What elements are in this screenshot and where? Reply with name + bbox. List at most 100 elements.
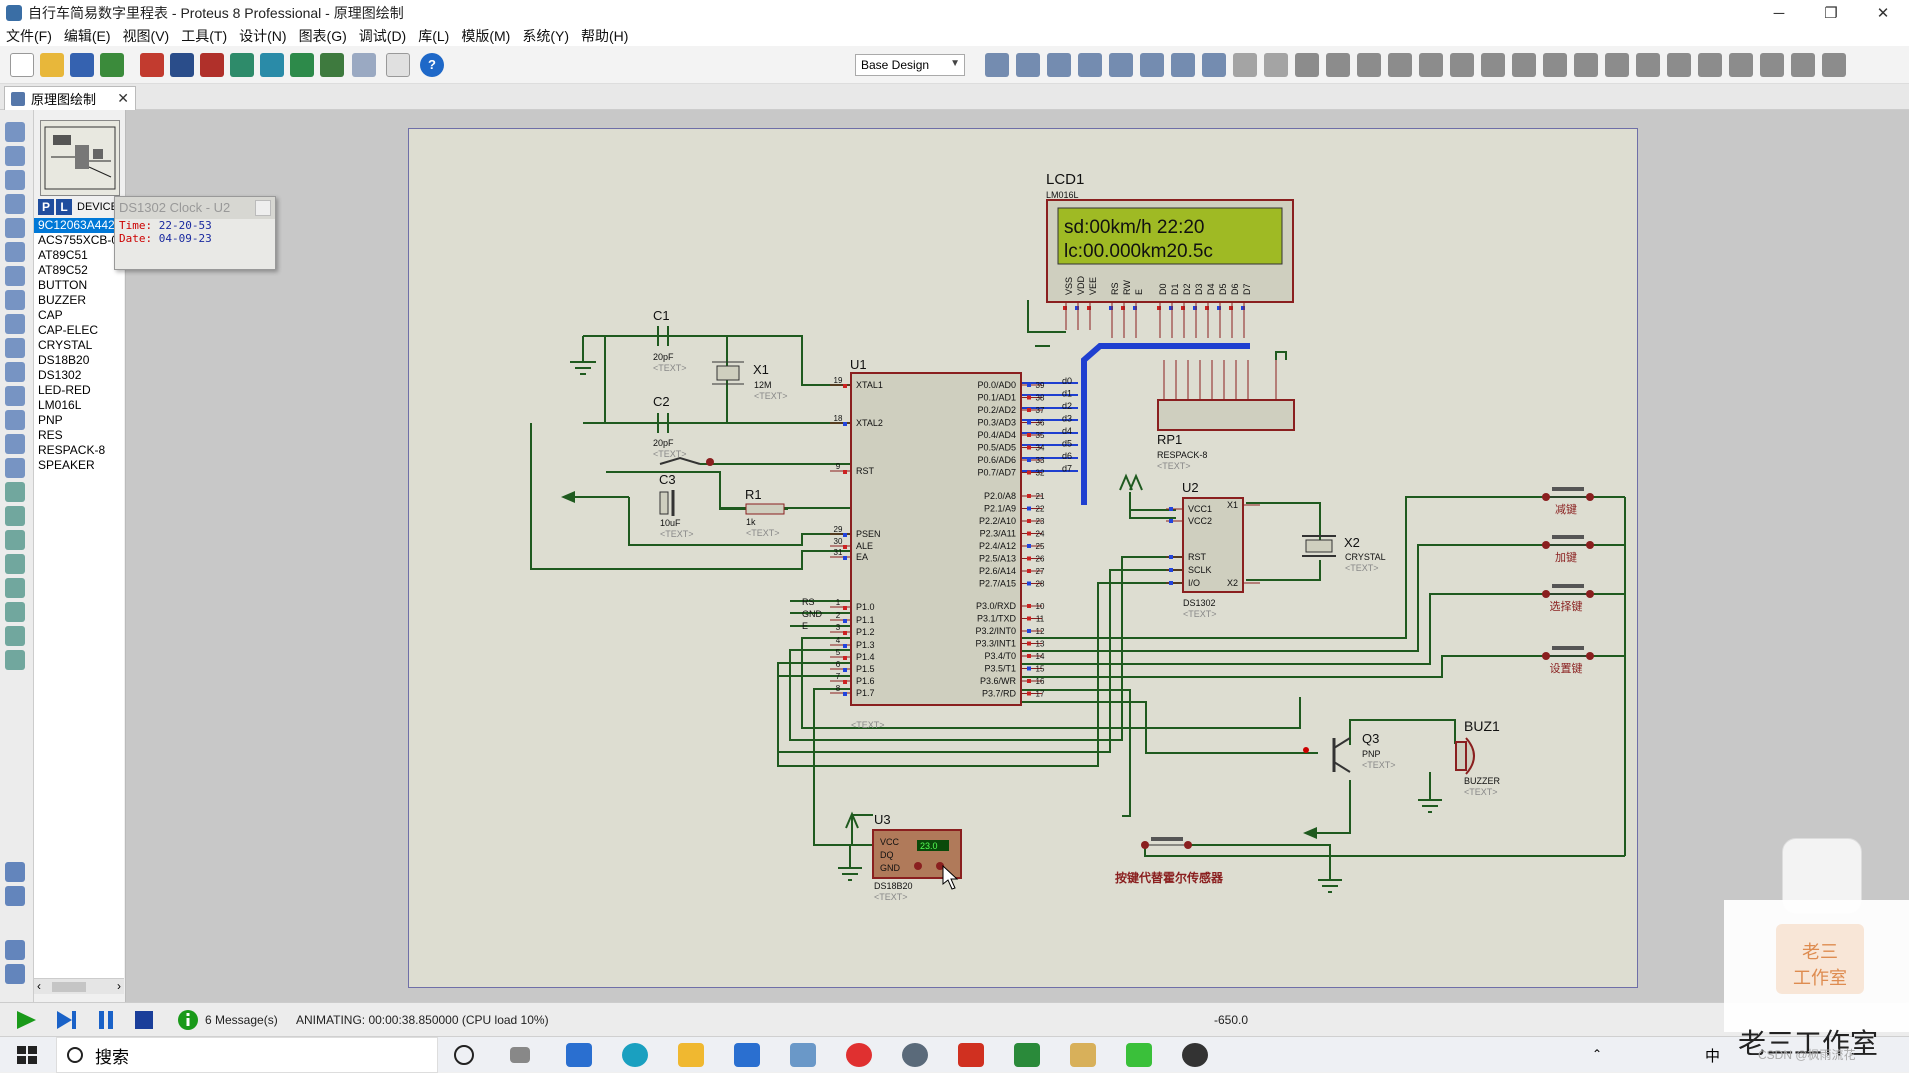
button-plunger[interactable] [1552,535,1584,539]
u1-right-pin-label: P3.6/WR [980,676,1017,686]
u1-right-pin-label: P2.0/A8 [984,491,1016,501]
x2-text: <TEXT> [1345,563,1379,573]
buz1-ref: BUZ1 [1464,718,1500,734]
lcd-pin-label: D1 [1170,283,1180,295]
taskbar-search-text: 搜索 [95,1047,129,1067]
x1-ref: X1 [753,362,769,377]
button-terminal [1542,493,1550,501]
windows-start-icon[interactable] [14,1043,40,1067]
play-icon[interactable] [14,1009,38,1031]
cortana-icon[interactable] [454,1045,474,1065]
q3-type: PNP [1362,749,1381,759]
u1-right-pin-label: P0.6/AD6 [977,455,1016,465]
ime-indicator[interactable]: 中 [1705,1045,1720,1066]
step-icon[interactable] [54,1009,78,1031]
u1-pin-state [1027,433,1031,437]
u1-pin-state [1027,629,1031,633]
lcd-pin-label: D3 [1194,283,1204,295]
popup-time-value: 22-20-53 [158,219,212,232]
u1-left-pin-number: 5 [836,648,841,657]
bus-label: d0 [1062,376,1072,386]
u1-right-pin-label: P0.2/AD2 [977,405,1016,415]
u1-right-pin-number: 11 [1036,615,1045,624]
u1-pin-state [1027,654,1031,658]
store-icon[interactable] [566,1043,592,1067]
u1-pin-state [843,631,847,635]
u1-right-pin-number: 23 [1036,517,1045,526]
keil-icon[interactable] [1014,1043,1040,1067]
lcd-pin-label: RW [1122,280,1132,295]
lcd-line2: lc:00.000km20.5c [1064,241,1213,262]
u2-pin-label: X2 [1227,578,1238,588]
button-plunger[interactable] [1552,584,1584,588]
u1-right-pin-label: P0.4/AD4 [977,430,1016,440]
u1-pin-state [1027,408,1031,412]
edge-icon[interactable] [622,1043,648,1067]
u1-pin-state [1027,679,1031,683]
u1-right-pin-number: 38 [1036,394,1045,403]
netease-music-icon[interactable] [846,1043,872,1067]
stop-icon[interactable] [132,1009,156,1031]
u2-text: <TEXT> [1183,609,1217,619]
wechat-icon[interactable] [1126,1043,1152,1067]
u1-left-pin-label: P1.7 [856,688,875,698]
pause-icon[interactable] [94,1009,118,1031]
button-plunger[interactable] [1552,646,1584,650]
r1-value: 1k [746,517,756,527]
u1-pin-state [843,384,847,388]
u1-right-pin-number: 21 [1036,492,1045,501]
u1-right-pin-label: P0.0/AD0 [977,380,1016,390]
u1-pin-state [1027,581,1031,586]
lcd-pin-label: VSS [1064,277,1074,295]
u1-pin-state [1027,556,1031,561]
taskbar-search[interactable]: 搜索 [56,1037,438,1073]
u1-left-pin-number: 7 [836,672,841,681]
button-terminal [1586,590,1594,598]
u1-left-pin-number: 8 [836,684,841,693]
taskbar: 搜索 ⌃ 中 [0,1036,1909,1073]
schematic-drawing[interactable]: sd:00km/h 22:20 lc:00.000km20.5c LCD1 LM… [0,0,1909,1072]
button-plunger[interactable] [1552,487,1584,491]
u1-right-pin-label: P2.5/A13 [979,554,1016,564]
rp1-text: <TEXT> [1157,461,1191,471]
popup-close-icon[interactable] [255,200,271,216]
bus-label: d4 [1062,426,1072,436]
u2-pin-label: I/O [1188,578,1200,588]
u1-left-pin-label: PSEN [856,529,881,539]
tray-chevron-icon[interactable]: ⌃ [1592,1047,1602,1061]
explorer-icon[interactable] [678,1043,704,1067]
c3-text: <TEXT> [660,529,694,539]
app-icon[interactable] [790,1043,816,1067]
u1-left-pin-number: 18 [834,414,843,423]
q3-text: <TEXT> [1362,760,1396,770]
u1-right-pin-number: 26 [1036,555,1045,564]
bus-label: d5 [1062,439,1072,449]
u1-right-pin-label: P2.6/A14 [979,566,1016,576]
task-view-icon[interactable] [510,1047,530,1063]
u1-right-pin-label: P3.2/INT0 [975,626,1016,636]
u1-left-pin-label: P1.1 [856,615,875,625]
u1-pin-state [1027,616,1031,621]
pen-icon[interactable] [1070,1043,1096,1067]
net-label: RS [802,597,815,607]
wps-icon[interactable] [958,1043,984,1067]
u1-pin-state [843,656,847,660]
u1-pin-state [843,533,847,537]
info-icon[interactable] [176,1009,200,1031]
button-label: 选择键 [1550,599,1583,613]
ds1302-popup[interactable]: DS1302 Clock - U2 Time: 22-20-53 Date: 0… [114,196,276,270]
messages-count[interactable]: 6 Message(s) [205,1013,278,1027]
u1-right-pin-number: 10 [1036,602,1045,611]
search-icon [67,1047,83,1063]
mail-icon[interactable] [734,1043,760,1067]
u1-pin-state [1027,458,1031,462]
u1-right-pin-number: 28 [1036,580,1045,589]
proteus-taskbar-icon[interactable] [902,1043,928,1067]
u1-pin-state [843,680,847,684]
recorder-icon[interactable] [1182,1043,1208,1067]
u1-left-pin-label: P1.4 [856,652,875,662]
x1-text: <TEXT> [754,391,788,401]
lcd-ref: LCD1 [1046,171,1084,188]
rp1-type: RESPACK-8 [1157,450,1207,460]
coordinate-readout: -650.0 [1214,1013,1249,1027]
